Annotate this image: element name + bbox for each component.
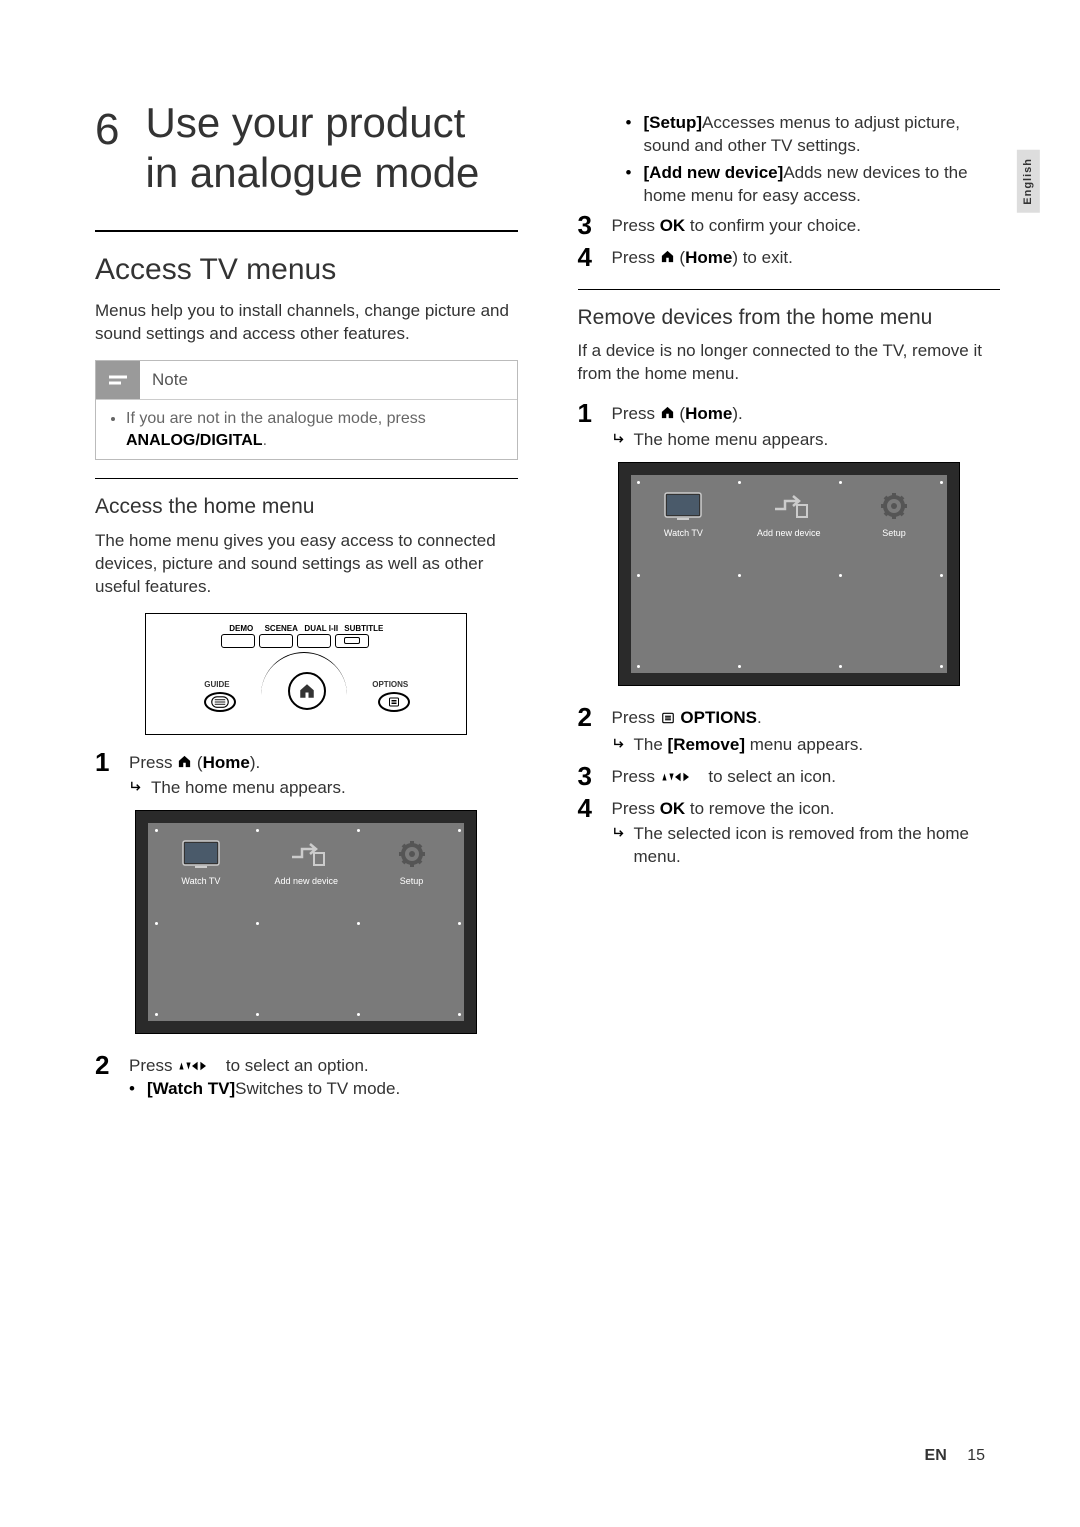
tv-menu-add-device: Add new device: [736, 489, 841, 549]
result-arrow-icon: [612, 734, 626, 757]
nav-arrows-icon: [177, 1059, 221, 1076]
left-column: 6 Use your product in analogue mode Acce…: [95, 100, 518, 1111]
rule: [578, 289, 1001, 290]
subsection-intro: If a device is no longer connected to th…: [578, 340, 1001, 386]
subsection-heading: Access the home menu: [95, 493, 518, 521]
tv-menu-figure: Watch TV Add new device Setup: [618, 462, 960, 686]
remote-control-figure: DEMO SCENEA DUAL I-II SUBTITLE: [145, 613, 467, 735]
options-icon: [660, 709, 676, 732]
home-icon: [660, 404, 675, 427]
chapter-title-line1: Use your product: [145, 100, 465, 146]
remote-guide-button: [204, 692, 236, 712]
footer-lang: EN: [925, 1447, 947, 1464]
note-icon: [96, 361, 140, 399]
footer-page-number: 15: [967, 1447, 985, 1464]
step-3: 3 Press OK to confirm your choice.: [578, 212, 1001, 238]
subsection-intro: The home menu gives you easy access to c…: [95, 530, 518, 599]
rule: [95, 230, 518, 232]
tv-menu-watch-tv: Watch TV: [148, 837, 253, 897]
section-intro: Menus help you to install channels, chan…: [95, 300, 518, 346]
remote-options-button: [378, 692, 410, 712]
remove-step-1: 1 Press (Home). The home menu appears.: [578, 400, 1001, 452]
option-watch-tv: [Watch TV]Switches to TV mode.: [129, 1078, 518, 1101]
option-setup: [Setup]Accesses menus to adjust picture,…: [626, 112, 1001, 158]
step-4: 4 Press (Home) to exit.: [578, 244, 1001, 271]
home-icon: [177, 753, 192, 776]
note-label: Note: [140, 363, 200, 398]
result-arrow-icon: [612, 429, 626, 452]
remove-step-4: 4 Press OK to remove the icon. The selec…: [578, 795, 1001, 869]
home-icon: [660, 248, 675, 271]
chapter-title-line2: in analogue mode: [145, 150, 479, 196]
tv-menu-watch-tv: Watch TV: [631, 489, 736, 549]
section-heading: Access TV menus: [95, 250, 518, 291]
option-add-device: [Add new device]Adds new devices to the …: [626, 162, 1001, 208]
tv-menu-setup: Setup: [841, 489, 946, 549]
tv-menu-figure: Watch TV Add new device Setup: [135, 810, 477, 1034]
chapter-heading: 6 Use your product in analogue mode: [95, 100, 518, 200]
remove-step-3: 3 Press to select an icon.: [578, 763, 1001, 789]
language-tab: English: [1017, 150, 1040, 213]
page-footer: EN 15: [925, 1445, 985, 1467]
remove-step-2: 2 Press OPTIONS. The [Remove] menu appea…: [578, 704, 1001, 757]
note-text: If you are not in the analogue mode, pre…: [126, 408, 503, 451]
remote-home-button: [288, 672, 326, 710]
chapter-number: 6: [95, 100, 119, 159]
step-1: 1 Press (Home). The home menu appears.: [95, 749, 518, 801]
result-arrow-icon: [129, 777, 143, 800]
rule: [95, 478, 518, 479]
step-2: 2 Press to select an option. [Watch TV]S…: [95, 1052, 518, 1105]
nav-arrows-icon: [660, 770, 704, 787]
note-box: Note If you are not in the analogue mode…: [95, 360, 518, 460]
tv-menu-setup: Setup: [359, 837, 464, 897]
right-column: [Setup]Accesses menus to adjust picture,…: [578, 100, 1001, 1111]
subsection-heading: Remove devices from the home menu: [578, 304, 1001, 332]
tv-menu-add-device: Add new device: [254, 837, 359, 897]
result-arrow-icon: [612, 823, 626, 869]
